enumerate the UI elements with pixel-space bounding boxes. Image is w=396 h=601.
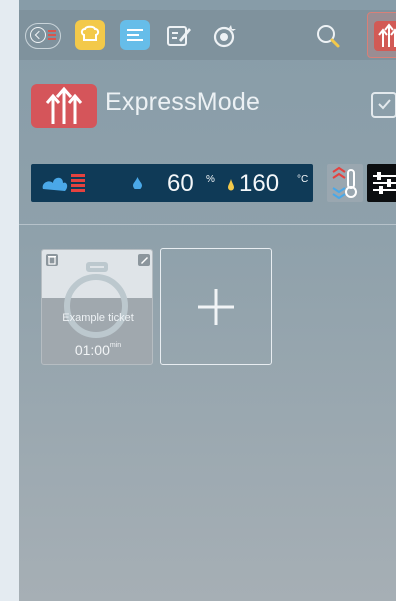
ticket-tile[interactable]: Example ticket 01:00min [41, 249, 153, 365]
section-divider [19, 224, 396, 225]
chef-hat-button[interactable] [75, 20, 105, 50]
add-ticket-button[interactable] [160, 248, 272, 365]
trash-icon[interactable] [46, 254, 58, 266]
humidity-value: 60 [167, 170, 194, 197]
oven-screen: ExpressMode 60 % 160 °C Example ticket 0… [19, 0, 396, 601]
export-icon [378, 99, 391, 110]
core-temperature-button[interactable] [327, 164, 363, 202]
recipe-list-button[interactable] [120, 20, 150, 50]
ticket-time-value: 01:00 [74, 342, 110, 358]
combi-steam-icon [42, 174, 85, 192]
heat-lines-icon [48, 30, 56, 42]
express-mode-logo [31, 84, 97, 128]
sliders-icon [373, 172, 396, 194]
ticket-time-unit: min [109, 342, 122, 349]
edit-icon [167, 26, 191, 46]
temperature-unit: °C [297, 174, 309, 185]
edit-button[interactable] [162, 20, 194, 52]
temperature-value: 160 [239, 170, 280, 197]
express-mode-tab[interactable] [367, 12, 396, 58]
back-button[interactable] [25, 23, 61, 49]
express-mode-tab-icon [374, 21, 396, 51]
cleaning-icon [213, 25, 236, 48]
search-icon [317, 25, 340, 48]
ticket-time: 01:00min [42, 342, 152, 358]
cooking-status-bar[interactable]: 60 % 160 °C [31, 164, 313, 202]
search-button[interactable] [313, 20, 345, 52]
ticket-name: Example ticket [62, 312, 134, 324]
back-arrow-icon [30, 27, 46, 43]
humidity-unit: % [206, 174, 215, 185]
temperature-drop-icon [228, 179, 234, 191]
pencil-icon[interactable] [138, 254, 150, 266]
timer-icon-top [86, 262, 108, 272]
humidity-drop-icon [133, 177, 142, 189]
recipe-list-icon [127, 29, 143, 41]
express-mode-icon [378, 23, 396, 47]
express-mode-icon [45, 86, 83, 124]
plus-icon [198, 288, 234, 325]
thermometer-icon [332, 166, 357, 200]
chef-hat-icon [80, 25, 100, 41]
cleaning-button[interactable] [209, 20, 241, 52]
top-toolbar [19, 10, 396, 60]
timer-icon [64, 274, 128, 338]
export-button[interactable] [371, 92, 396, 118]
page-title: ExpressMode [105, 88, 261, 116]
settings-sliders-button[interactable] [367, 164, 396, 202]
